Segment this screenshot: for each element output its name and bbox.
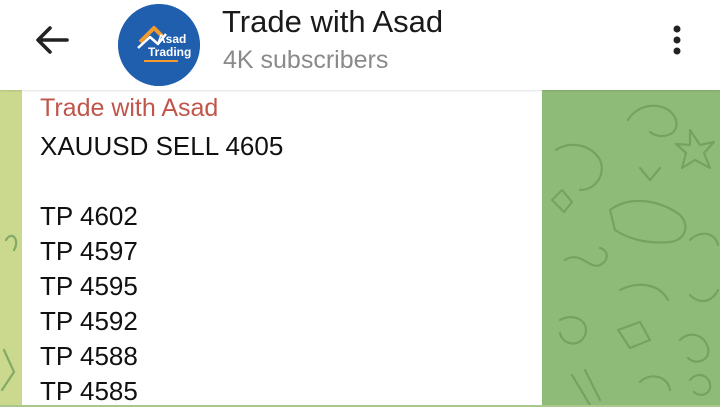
channel-avatar[interactable]: Asad Trading <box>118 4 200 86</box>
signal-headline: XAUUSD SELL 4605 <box>40 131 284 161</box>
more-options-button[interactable] <box>660 18 694 62</box>
take-profit-line: TP 4595 <box>40 271 138 301</box>
take-profit-line: TP 4585 <box>40 376 138 406</box>
take-profit-line: TP 4588 <box>40 341 138 371</box>
message-sender[interactable]: Trade with Asad <box>40 94 218 123</box>
take-profit-line: TP 4597 <box>40 236 138 266</box>
avatar-brand-line1: Asad <box>157 32 186 46</box>
take-profit-line: TP 4592 <box>40 306 138 336</box>
back-button[interactable] <box>26 20 78 60</box>
channel-title[interactable]: Trade with Asad <box>222 4 443 40</box>
channel-header: Asad Trading Trade with Asad 4K subscrib… <box>0 0 720 90</box>
subscriber-count: 4K subscribers <box>223 46 389 74</box>
more-vertical-icon <box>673 25 681 55</box>
arrow-left-icon <box>36 26 69 54</box>
take-profit-line: TP 4602 <box>40 201 138 231</box>
message-bubble[interactable]: Trade with Asad XAUUSD SELL 4605 TP 4602… <box>22 90 542 406</box>
avatar-brand-line2: Trading <box>148 45 191 59</box>
